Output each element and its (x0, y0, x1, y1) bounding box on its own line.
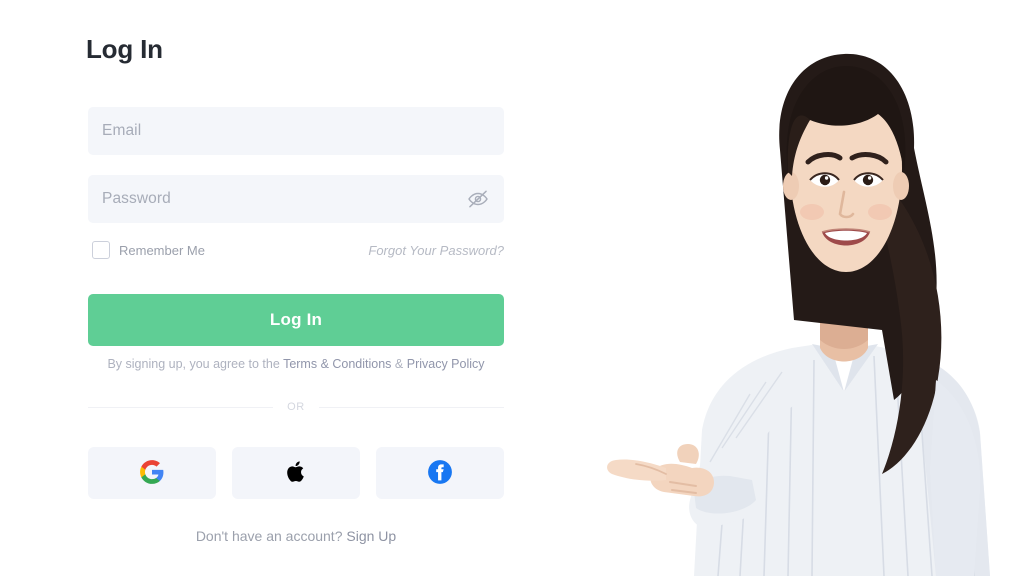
divider-line-left (88, 406, 274, 408)
terms-separator: & (391, 357, 407, 371)
terms-prefix: By signing up, you agree to the (107, 357, 284, 371)
eye-off-icon[interactable] (464, 185, 492, 213)
terms-conditions-link[interactable]: Terms & Conditions (283, 357, 391, 371)
terms-text: By signing up, you agree to the Terms & … (88, 357, 504, 371)
signup-prompt: Don't have an account? (195, 528, 347, 544)
facebook-icon (427, 459, 453, 488)
log-in-button[interactable]: Log In (88, 294, 504, 346)
options-row: Remember Me Forgot Your Password? (88, 241, 504, 267)
page-title: Log In (86, 34, 163, 64)
password-placeholder: Password (102, 190, 171, 207)
facebook-login-button[interactable] (376, 447, 504, 499)
sign-up-link[interactable]: Sign Up (346, 528, 396, 544)
checkbox-box[interactable] (92, 241, 110, 259)
email-placeholder: Email (102, 122, 142, 139)
privacy-policy-link[interactable]: Privacy Policy (407, 357, 485, 371)
divider-label: OR (287, 401, 305, 413)
google-icon (139, 459, 165, 488)
google-login-button[interactable] (88, 447, 216, 499)
remember-me-label: Remember Me (119, 242, 205, 258)
signup-row: Don't have an account? Sign Up (88, 528, 504, 544)
apple-login-button[interactable] (232, 447, 360, 499)
login-form-pane: Log In Email Password Remember Me Forgot… (0, 0, 560, 576)
remember-me-checkbox[interactable]: Remember Me (92, 241, 205, 259)
password-field[interactable]: Password (88, 175, 504, 223)
avatar (544, 0, 1024, 576)
login-screen: Log In Email Password Remember Me Forgot… (0, 0, 1024, 576)
email-field[interactable]: Email (88, 107, 504, 155)
forgot-password-link[interactable]: Forgot Your Password? (368, 243, 504, 258)
divider-line-right (318, 406, 505, 408)
social-login-row (88, 447, 504, 499)
or-divider: OR (88, 401, 505, 413)
hero-photo-pane (544, 0, 1024, 576)
apple-icon (284, 459, 309, 487)
